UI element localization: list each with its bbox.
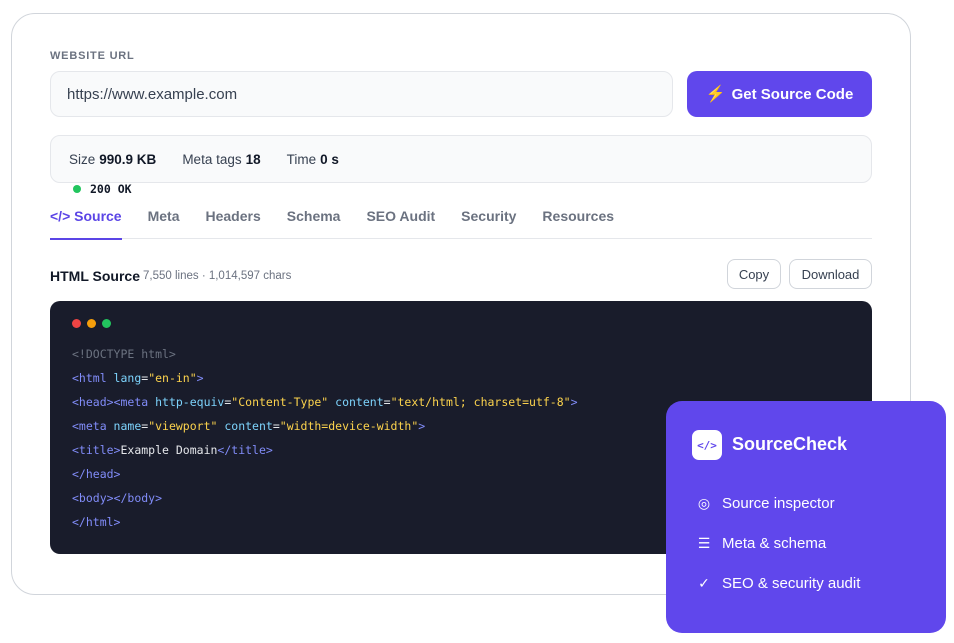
url-label: WEBSITE URL [50,50,135,62]
status-ok-icon [73,185,81,193]
brand-name: SourceCheck [732,434,848,454]
tab-meta[interactable]: Meta [148,203,180,239]
tab-seo-audit[interactable]: SEO Audit [366,203,435,239]
bolt-icon: ⚡ [705,86,726,103]
window-maximize-icon [102,319,111,328]
tab-source[interactable]: </> Source [50,203,122,240]
status-bar: 200 OK Size 990.9 KB Meta tags 18 Time 0 s [50,135,872,196]
copy-button[interactable]: Copy [727,259,781,289]
status-meta-tags: Meta tags 18 [182,151,261,167]
feature-item: ✓ SEO & security audit [694,575,860,592]
code-line: <html lang="en-in"> [72,371,204,385]
feature-item: ☰ Meta & schema [694,535,827,552]
status-size: Size 990.9 KB [69,151,157,167]
tab-bar: </> Source Meta Headers Schema SEO Audit… [50,203,872,240]
status-time: Time 0 s [286,151,339,167]
code-line: <meta name="viewport" content="width=dev… [72,419,426,433]
tab-resources[interactable]: Resources [542,203,614,239]
window-controls [72,319,111,328]
window-close-icon [72,319,81,328]
promo-card: </> SourceCheck ◎ Source inspector ☰ Met… [666,401,946,633]
url-input[interactable] [50,71,673,117]
get-source-button-label: Get Source Code [731,85,854,103]
tab-schema[interactable]: Schema [287,203,341,239]
code-line: </head> [72,467,121,481]
code-block: <!DOCTYPE html> <html lang="en-in"> <head>… [72,342,578,534]
status-code: 200 OK [73,177,132,201]
source-stats: 7,550 lines · 1,014,597 chars [143,270,292,282]
target-icon: ◎ [697,495,711,511]
code-line: <!DOCTYPE html> [72,347,176,361]
source-title: HTML Source [50,268,140,284]
tab-security[interactable]: Security [461,203,516,239]
window-minimize-icon [87,319,96,328]
code-line: <body></body> [72,491,163,505]
feature-item: ◎ Source inspector [694,495,835,512]
code-line: </html> [72,515,121,529]
code-line: <title>Example Domain</title> [72,443,273,457]
download-button[interactable]: Download [789,259,872,289]
check-icon: ✓ [698,575,710,591]
brand-logo-icon: </> [692,430,722,460]
list-icon: ☰ [697,535,711,551]
tab-headers[interactable]: Headers [206,203,261,239]
get-source-button[interactable]: ⚡ Get Source Code [687,71,872,117]
code-line: <head><meta http-equiv="Content-Type" co… [72,395,578,409]
